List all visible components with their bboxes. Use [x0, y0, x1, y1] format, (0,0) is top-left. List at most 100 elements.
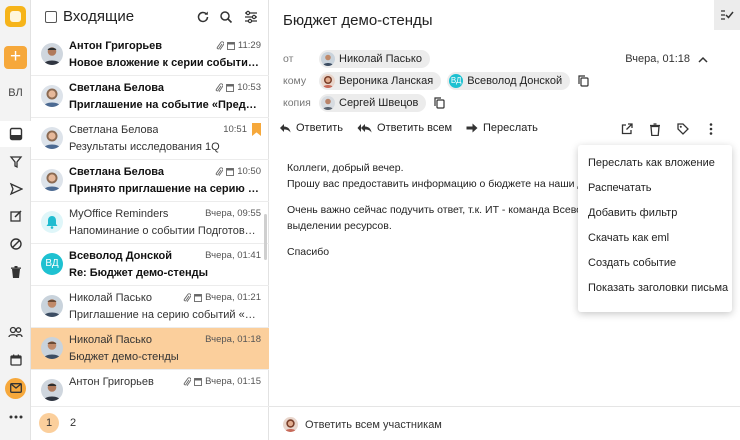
sender-name: Николай Пасько	[69, 292, 152, 304]
select-all-checkbox[interactable]	[45, 11, 57, 23]
cc-avatar	[321, 96, 335, 110]
message-subject: Напоминание о событии Подготовить отчет …	[69, 225, 259, 237]
message-row[interactable]: Светлана Белова 10:53 Приглашение на событ…	[31, 76, 269, 118]
body-line: Спасибо	[287, 246, 330, 258]
to-label: кому	[283, 75, 307, 87]
list-scrollbar[interactable]	[264, 34, 267, 406]
rail-spam-icon[interactable]	[0, 231, 31, 257]
app-rail: + ВЛ	[0, 0, 31, 440]
sender-avatar	[41, 337, 63, 359]
filter-settings-icon[interactable]	[243, 9, 259, 25]
cc-name: Сергей Швецов	[339, 97, 419, 109]
menu-add-filter[interactable]: Добавить фильтр	[578, 201, 732, 226]
rail-calendar-icon[interactable]	[0, 347, 31, 373]
rail-mail-icon[interactable]	[0, 375, 31, 401]
letter-subject: Бюджет демо-стенды	[283, 12, 433, 29]
delete-icon[interactable]	[648, 122, 662, 136]
message-time: Вчера, 09:55	[205, 208, 261, 219]
sender-avatar	[41, 295, 63, 317]
message-subject: Результаты исследования 1Q	[69, 141, 220, 153]
copy-icon[interactable]	[578, 75, 589, 87]
recipient-chip[interactable]: Вероника Ланская	[319, 72, 442, 90]
pagination: 1 2	[31, 406, 269, 440]
rail-sent-icon[interactable]	[0, 176, 31, 202]
to-row: кому Вероника Ланская ВД Всеволод Донско…	[283, 72, 589, 90]
rail-drafts-icon[interactable]	[0, 203, 31, 229]
calendar-icon	[226, 167, 235, 176]
body-line: Коллеги, добрый вечер.	[287, 162, 404, 174]
message-subject: Принято приглашение на серию событий	[69, 183, 259, 195]
folder-title: Входящие	[63, 8, 135, 25]
cc-row: копия Сергей Швецов	[283, 94, 445, 112]
attachment-icon	[215, 166, 224, 177]
reply-button[interactable]: Ответить	[279, 122, 343, 134]
sender-chip[interactable]: Николай Пасько	[319, 50, 430, 68]
forward-button[interactable]: Переслать	[466, 122, 538, 134]
attachment-icon	[183, 292, 192, 303]
recipient-chip[interactable]: ВД Всеволод Донской	[447, 72, 571, 90]
message-meta: Вчера, 01:21	[183, 292, 261, 303]
message-meta: Вчера, 01:18	[205, 334, 261, 345]
cc-chip[interactable]: Сергей Швецов	[319, 94, 427, 112]
collapse-header-icon[interactable]	[698, 56, 708, 63]
page-1-button[interactable]: 1	[39, 413, 59, 433]
message-meta: Вчера, 09:55	[205, 208, 261, 219]
app-logo[interactable]	[5, 6, 26, 27]
sender-name: Антон Григорьев	[69, 40, 163, 52]
flag-icon[interactable]	[252, 123, 261, 136]
reply-all-icon	[357, 124, 372, 133]
message-time: 10:51	[223, 124, 247, 135]
reply-all-button[interactable]: Ответить всем	[357, 122, 452, 134]
menu-forward-as-attachment[interactable]: Переслать как вложение	[578, 151, 732, 176]
attachment-icon	[216, 40, 224, 51]
message-row[interactable]: Николай Пасько Вчера, 01:18 Бюджет демо-ст…	[31, 328, 269, 370]
compose-button[interactable]: +	[4, 46, 27, 69]
menu-show-headers[interactable]: Показать заголовки письма	[578, 276, 732, 301]
quick-reply-bar[interactable]: Ответить всем участникам	[269, 406, 740, 440]
message-time: Вчера, 01:18	[205, 334, 261, 345]
message-row[interactable]: MyOffice Reminders Вчера, 09:55 Напоминани…	[31, 202, 269, 244]
message-row[interactable]: Антон Григорьев Вчера, 01:15	[31, 370, 269, 406]
sender-avatar: ВД	[41, 253, 63, 275]
rail-trash-icon[interactable]	[0, 259, 31, 285]
toggle-panel-icon[interactable]	[714, 0, 740, 30]
more-options-menu: Переслать как вложение Распечатать Добав…	[578, 145, 732, 312]
copy-icon[interactable]	[434, 97, 445, 109]
recipient-name: Вероника Ланская	[339, 75, 434, 87]
tag-icon[interactable]	[676, 122, 690, 136]
quick-reply-placeholder: Ответить всем участникам	[305, 419, 442, 431]
sender-avatar	[41, 211, 63, 233]
rail-filter-icon[interactable]	[0, 149, 31, 175]
date-text: Вчера, 01:18	[625, 53, 690, 65]
message-subject: Бюджет демо-стенды	[69, 351, 179, 363]
rail-inbox-icon[interactable]	[0, 121, 31, 147]
from-label: от	[283, 53, 294, 65]
menu-print[interactable]: Распечатать	[578, 176, 732, 201]
message-row[interactable]: Антон Григорьев 11:29 Новое вложение к сер…	[31, 34, 269, 76]
search-icon[interactable]	[218, 9, 234, 25]
more-options-icon[interactable]	[704, 122, 718, 136]
open-external-icon[interactable]	[620, 122, 634, 136]
user-initials[interactable]: ВЛ	[0, 87, 31, 99]
rail-more-icon[interactable]	[0, 404, 31, 430]
message-list-panel: Входящие Антон Григорьев 11:29 Новое вложе…	[31, 0, 269, 440]
message-row[interactable]: Светлана Белова 10:51 Результаты исследова…	[31, 118, 269, 160]
message-meta: 10:51	[223, 124, 247, 135]
page-2-button[interactable]: 2	[63, 413, 83, 433]
letter-body: Коллеги, добрый вечер. Прошу вас предост…	[287, 160, 636, 260]
menu-create-event[interactable]: Создать событие	[578, 251, 732, 276]
sender-name: Всеволод Донской	[69, 250, 172, 262]
reply-all-label: Ответить всем	[377, 122, 453, 134]
message-row[interactable]: ВД Всеволод Донской Вчера, 01:41 Re: Бюджет…	[31, 244, 269, 286]
message-time: Вчера, 01:41	[205, 250, 261, 261]
menu-download-eml[interactable]: Скачать как eml	[578, 226, 732, 251]
message-time: 10:53	[237, 82, 261, 93]
message-row[interactable]: Николай Пасько Вчера, 01:21 Приглашение на…	[31, 286, 269, 328]
sender-avatar	[41, 43, 63, 65]
rail-contacts-icon[interactable]	[0, 319, 31, 345]
message-row[interactable]: Светлана Белова 10:50 Принято приглашение …	[31, 160, 269, 202]
message-items: Антон Григорьев 11:29 Новое вложение к сер…	[31, 34, 269, 406]
refresh-icon[interactable]	[195, 9, 211, 25]
sender-avatar	[41, 127, 63, 149]
message-time: Вчера, 01:21	[205, 292, 261, 303]
